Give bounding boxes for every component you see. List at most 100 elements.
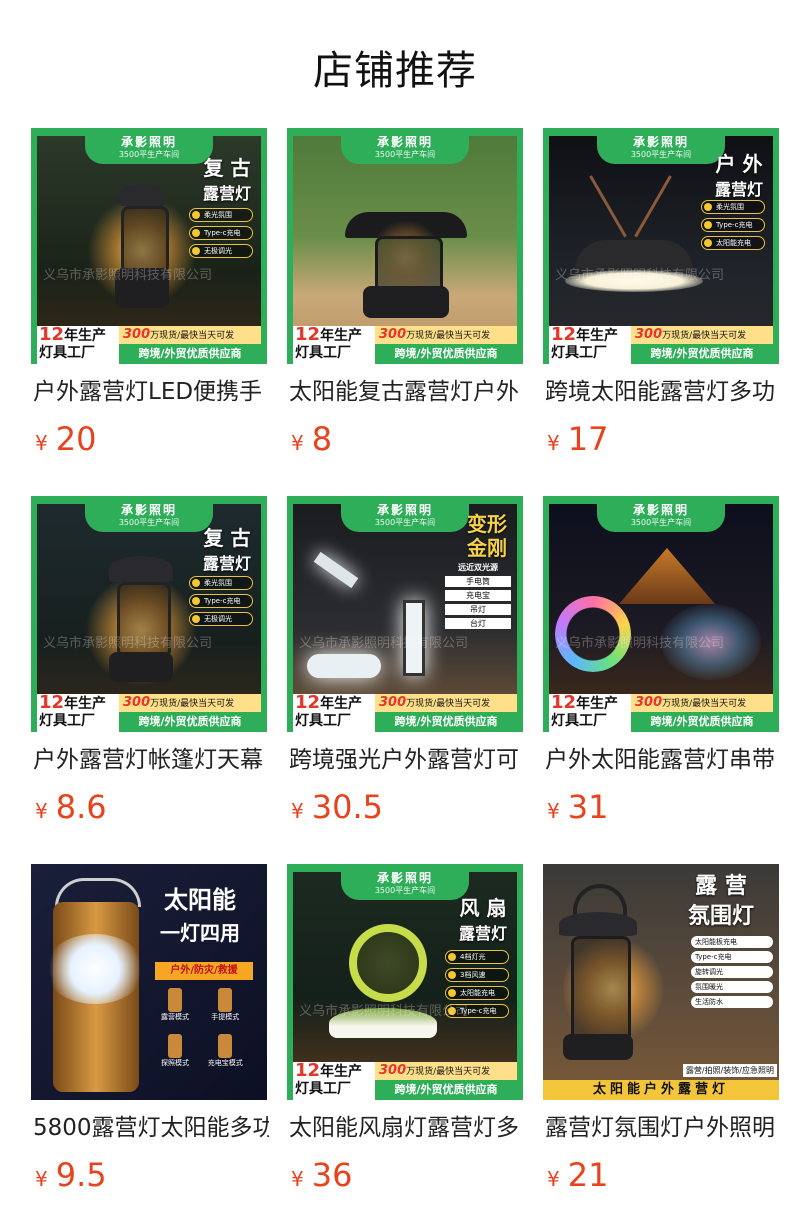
- badge-text: 太阳能户外露营灯: [543, 1080, 779, 1100]
- promo-bar: 12年生产 灯具工厂 300万现货/最快当天可发 跨境/外贸优质供应商: [549, 694, 773, 732]
- badge-text: 4档灯光: [445, 950, 509, 964]
- product-price: ¥20: [35, 420, 96, 458]
- product-card[interactable]: 太阳能 一灯四用 户外/防灾/救援 露营模式 手提模式 探照模式 充电宝模式 58…: [31, 864, 269, 1194]
- product-image[interactable]: 承影照明 3500平生产车间 户 外露营灯 柔光氛围 Type-c充电 太阳能充…: [543, 128, 779, 364]
- product-name[interactable]: 5800露营灯太阳能多功: [33, 1112, 269, 1144]
- badge-text: 柔光氛围: [189, 208, 253, 222]
- badge-text: 12: [551, 692, 577, 713]
- product-card[interactable]: 承影照明 3500平生产车间 风 扇露营灯 4档灯光 3档风速 太阳能充电 Ty…: [287, 864, 525, 1194]
- badge-text: 灯具工厂: [39, 713, 95, 729]
- badge-text: 万现货/最快当天可发: [662, 699, 747, 709]
- product-price: ¥8: [291, 420, 332, 458]
- product-image[interactable]: 承影照明 3500平生产车间 12年生产 灯具工厂 300万现货/最快当天可发 跨…: [287, 128, 523, 364]
- product-card[interactable]: 承影照明 3500平生产车间 12年生产 灯具工厂 300万现货/最快当天可发 跨…: [287, 128, 525, 458]
- promo-bar: 12年生产 灯具工厂 300万现货/最快当天可发 跨境/外贸优质供应商: [293, 694, 517, 732]
- badge-text: 义乌市承影照明科技有限公司: [555, 268, 725, 283]
- badge-text: ¥: [291, 1167, 304, 1191]
- badge-text: ¥: [291, 431, 304, 455]
- badge-text: 充电宝: [445, 590, 511, 601]
- product-name[interactable]: 户外露营灯LED便携手: [33, 376, 269, 408]
- badge-text: 探照模式: [161, 1059, 189, 1067]
- badge-text: 露营/拍照/装饰/应急照明: [682, 1064, 777, 1077]
- product-name[interactable]: 太阳能风扇灯露营灯多: [289, 1112, 525, 1144]
- product-name[interactable]: 户外太阳能露营灯串带: [545, 744, 781, 776]
- badge-text: 义乌市承影照明科技有限公司: [555, 636, 725, 651]
- badge-text: 300: [635, 695, 663, 710]
- badge-text: ¥: [547, 431, 560, 455]
- product-card[interactable]: 露 营氛围灯 太阳能板充电 Type-c充电 旋转调光 氛围暖光 生活防水 露营…: [543, 864, 781, 1194]
- product-card[interactable]: 承影照明 3500平生产车间 复 古露营灯 柔光氛围 Type-c充电 无极调光…: [31, 496, 269, 826]
- badge-text: 3500平生产车间: [118, 150, 180, 159]
- badge-text: 台灯: [445, 618, 511, 629]
- feature-list: 柔光氛围 Type-c充电 太阳能充电: [701, 200, 765, 254]
- product-image[interactable]: 露 营氛围灯 太阳能板充电 Type-c充电 旋转调光 氛围暖光 生活防水 露营…: [543, 864, 779, 1100]
- badge-text: 手提模式: [211, 1013, 240, 1021]
- product-price: ¥21: [547, 1156, 608, 1194]
- badge-text: Type-c充电: [701, 218, 765, 232]
- badge-text: 8.6: [55, 788, 107, 826]
- badge-text: 12: [551, 324, 577, 345]
- badge-text: 300: [379, 695, 407, 710]
- product-price: ¥17: [547, 420, 608, 458]
- badge-text: 20: [55, 420, 97, 458]
- badge-text: 柔光氛围: [701, 200, 765, 214]
- feature-list: 远近双光源 手电筒 充电宝 吊灯 台灯: [445, 562, 511, 629]
- product-card[interactable]: 承影照明 3500平生产车间 复 古露营灯 柔光氛围 Type-c充电 无极调光…: [31, 128, 269, 458]
- badge-text: 17: [567, 420, 609, 458]
- badge-text: 灯具工厂: [39, 345, 95, 361]
- feature-list: 柔光氛围 Type-c充电 无极调光: [189, 576, 253, 630]
- product-name[interactable]: 露营灯氛围灯户外照明: [545, 1112, 781, 1144]
- badge-text: 承影照明: [120, 135, 177, 149]
- product-name[interactable]: 太阳能复古露营灯户外: [289, 376, 525, 408]
- badge-text: 柔光氛围: [189, 576, 253, 590]
- product-image[interactable]: 承影照明 3500平生产车间 风 扇露营灯 4档灯光 3档风速 太阳能充电 Ty…: [287, 864, 523, 1100]
- badge-text: 太阳能充电: [445, 986, 509, 1000]
- promo-bar: 12年生产 灯具工厂 300万现货/最快当天可发 跨境/外贸优质供应商: [293, 326, 517, 364]
- badge-text: 跨境/外贸优质供应商: [375, 712, 517, 732]
- badge-text: 远近双光源: [458, 563, 498, 572]
- badge-text: 3500平生产车间: [630, 518, 692, 527]
- badge-text: 3500平生产车间: [374, 150, 436, 159]
- badge-text: 300: [123, 327, 151, 342]
- image-title: 变形 金刚: [467, 512, 507, 560]
- promo-bar: 12年生产 灯具工厂 300万现货/最快当天可发 跨境/外贸优质供应商: [549, 326, 773, 364]
- badge-text: 灯具工厂: [551, 345, 607, 361]
- badge-text: ¥: [547, 799, 560, 823]
- badge-text: 年生产: [320, 696, 363, 712]
- badge-text: 灯具工厂: [295, 1081, 351, 1097]
- badge-text: 跨境/外贸优质供应商: [119, 344, 261, 364]
- product-image[interactable]: 承影照明 3500平生产车间 复 古露营灯 柔光氛围 Type-c充电 无极调光…: [31, 128, 267, 364]
- badge-text: 300: [379, 1063, 407, 1078]
- product-image[interactable]: 承影照明 3500平生产车间 复 古露营灯 柔光氛围 Type-c充电 无极调光…: [31, 496, 267, 732]
- badge-text: 年生产: [320, 1064, 363, 1080]
- badge-text: 30.5: [311, 788, 383, 826]
- badge-text: 万现货/最快当天可发: [406, 699, 491, 709]
- promo-bar: 12年生产 灯具工厂 300万现货/最快当天可发 跨境/外贸优质供应商: [37, 694, 261, 732]
- product-name[interactable]: 跨境强光户外露营灯可: [289, 744, 525, 776]
- badge-text: 万现货/最快当天可发: [150, 331, 235, 341]
- feature-list: 露营模式 手提模式 探照模式 充电宝模式: [151, 988, 255, 1074]
- product-image[interactable]: 太阳能 一灯四用 户外/防灾/救援 露营模式 手提模式 探照模式 充电宝模式: [31, 864, 267, 1100]
- product-card[interactable]: 承影照明 3500平生产车间 变形 金刚 远近双光源 手电筒 充电宝 吊灯 台灯 …: [287, 496, 525, 826]
- product-image[interactable]: 承影照明 3500平生产车间 义乌市承影照明科技有限公司 12年生产 灯具工厂 3…: [543, 496, 779, 732]
- product-card[interactable]: 承影照明 3500平生产车间 义乌市承影照明科技有限公司 12年生产 灯具工厂 3…: [543, 496, 781, 826]
- badge-text: 手电筒: [445, 576, 511, 587]
- brand-badge: 承影照明 3500平生产车间: [341, 504, 469, 532]
- badge-text: 跨境/外贸优质供应商: [375, 344, 517, 364]
- image-title: 复 古露营灯: [202, 526, 251, 573]
- badge-text: 义乌市承影照明科技有限公司: [299, 636, 469, 651]
- badge-text: ¥: [291, 799, 304, 823]
- image-title: 露 营氛围灯: [687, 874, 754, 929]
- product-image[interactable]: 承影照明 3500平生产车间 变形 金刚 远近双光源 手电筒 充电宝 吊灯 台灯 …: [287, 496, 523, 732]
- product-name[interactable]: 户外露营灯帐篷灯天幕: [33, 744, 269, 776]
- image-title: 户 外露营灯: [714, 152, 763, 199]
- badge-text: 9.5: [55, 1156, 107, 1194]
- badge-text: 太阳能板充电: [691, 936, 773, 948]
- feature-list: 太阳能板充电 Type-c充电 旋转调光 氛围暖光 生活防水: [691, 936, 773, 1011]
- product-name[interactable]: 跨境太阳能露营灯多功: [545, 376, 781, 408]
- badge-text: 跨境/外贸优质供应商: [631, 344, 773, 364]
- badge-text: 无极调光: [189, 612, 253, 626]
- badge-text: ¥: [547, 1167, 560, 1191]
- badge-text: 生活防水: [691, 996, 773, 1008]
- product-card[interactable]: 承影照明 3500平生产车间 户 外露营灯 柔光氛围 Type-c充电 太阳能充…: [543, 128, 781, 458]
